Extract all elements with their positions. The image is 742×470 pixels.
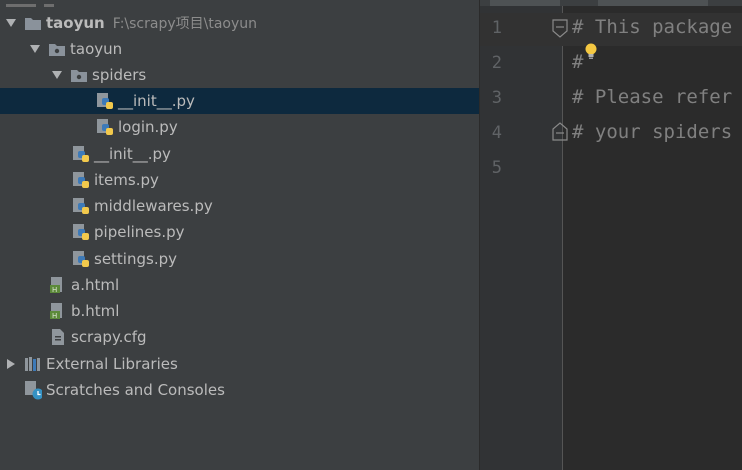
- scratches-icon: [24, 381, 42, 400]
- line-number: 1: [491, 18, 502, 38]
- html-file-icon: H: [49, 302, 67, 320]
- spiders-package-label: spiders: [92, 66, 147, 84]
- gutter-separator: [562, 6, 563, 470]
- package-folder-icon: [48, 40, 66, 58]
- scratches-and-consoles-label: Scratches and Consoles: [46, 381, 225, 399]
- code-line[interactable]: # This package: [572, 16, 732, 38]
- tree-row-a-html-file[interactable]: H a.html: [0, 272, 479, 298]
- code-line[interactable]: # your spiders: [572, 121, 732, 143]
- expand-arrow-right-icon[interactable]: [4, 351, 18, 377]
- tree-row-settings-file[interactable]: settings.py: [0, 246, 479, 272]
- python-file-icon: [96, 92, 114, 110]
- b-html-file-label: b.html: [71, 302, 120, 320]
- pipelines-file-label: pipelines.py: [94, 223, 185, 241]
- spiders-init-file-label: __init__.py: [118, 92, 195, 110]
- login-file-label: login.py: [118, 118, 178, 136]
- editor-gutter: [480, 6, 562, 470]
- svg-text:H: H: [52, 286, 57, 294]
- line-number: 3: [491, 88, 502, 108]
- package-folder-icon: [70, 66, 88, 84]
- python-file-icon: [72, 197, 90, 215]
- tree-row-login-file[interactable]: login.py: [0, 114, 479, 140]
- tree-row-taoyun-package[interactable]: taoyun: [0, 36, 479, 62]
- config-file-icon: [49, 328, 67, 346]
- line-number: 5: [491, 158, 502, 178]
- tree-row-scratches-and-consoles[interactable]: Scratches and Consoles: [0, 377, 479, 403]
- code-line[interactable]: #: [572, 51, 583, 73]
- code-editor[interactable]: 1 2 3 4 5 # This package # # Please refe…: [480, 0, 742, 470]
- tree-row-taoyun-init-file[interactable]: __init__.py: [0, 141, 479, 167]
- external-libraries-label: External Libraries: [46, 355, 178, 373]
- lightbulb-icon[interactable]: [584, 42, 598, 66]
- middlewares-file-label: middlewares.py: [94, 197, 213, 215]
- expand-arrow-down-icon[interactable]: [4, 10, 18, 36]
- settings-file-label: settings.py: [94, 250, 177, 268]
- tree-row-spiders-init-file[interactable]: __init__.py: [0, 88, 479, 114]
- fold-collapse-icon[interactable]: [552, 19, 568, 43]
- taoyun-package-label: taoyun: [70, 40, 123, 58]
- fold-end-icon[interactable]: [552, 121, 568, 145]
- python-file-icon: [72, 145, 90, 163]
- tree-row-middlewares-file[interactable]: middlewares.py: [0, 193, 479, 219]
- scrapy-cfg-file-label: scrapy.cfg: [71, 328, 147, 346]
- folder-icon: [24, 14, 42, 32]
- tree-row-pipelines-file[interactable]: pipelines.py: [0, 219, 479, 245]
- libraries-icon: [24, 355, 42, 373]
- code-line[interactable]: # Please refer: [572, 86, 732, 108]
- panel-header-strip: [0, 0, 479, 7]
- python-file-icon: [72, 223, 90, 241]
- svg-text:H: H: [52, 312, 57, 320]
- project-root-path: F:\scrapy项目\taoyun: [112, 16, 258, 32]
- html-file-icon: H: [49, 276, 67, 294]
- expand-arrow-down-icon[interactable]: [50, 62, 64, 88]
- tree-row-project-root[interactable]: taoyun F:\scrapy项目\taoyun: [0, 10, 479, 36]
- tree-row-b-html-file[interactable]: H b.html: [0, 298, 479, 324]
- project-panel: taoyun F:\scrapy项目\taoyun taoyun spiders: [0, 0, 479, 470]
- expand-arrow-down-icon[interactable]: [28, 36, 42, 62]
- project-root-label: taoyun: [46, 14, 105, 32]
- tree-row-spiders-package[interactable]: spiders: [0, 62, 479, 88]
- line-number: 4: [491, 123, 502, 143]
- python-file-icon: [72, 171, 90, 189]
- taoyun-init-file-label: __init__.py: [94, 145, 171, 163]
- python-file-icon: [96, 118, 114, 136]
- tree-row-scrapy-cfg-file[interactable]: scrapy.cfg: [0, 324, 479, 350]
- a-html-file-label: a.html: [71, 276, 120, 294]
- items-file-label: items.py: [94, 171, 159, 189]
- line-number: 2: [491, 53, 502, 73]
- editor-tab[interactable]: [598, 0, 708, 6]
- tree-row-items-file[interactable]: items.py: [0, 167, 479, 193]
- tree-row-external-libraries[interactable]: External Libraries: [0, 351, 479, 377]
- python-file-icon: [72, 250, 90, 268]
